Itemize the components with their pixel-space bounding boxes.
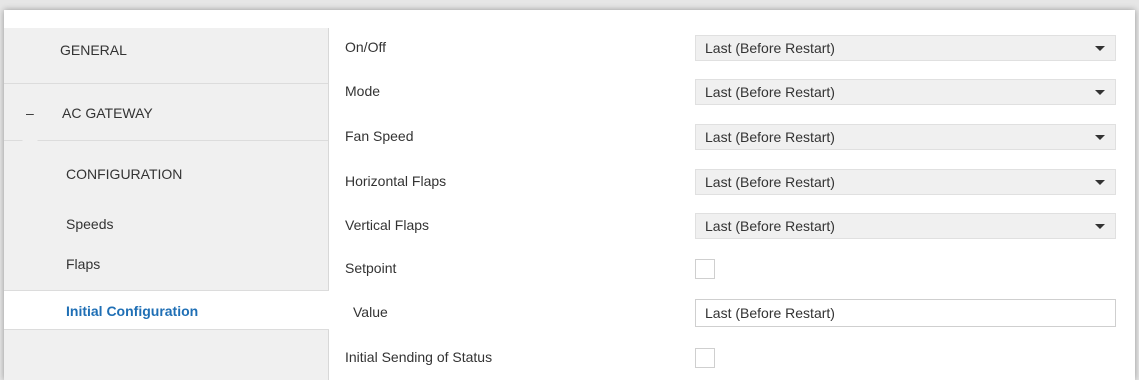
chevron-down-icon — [1095, 46, 1105, 51]
row-horizontal-flaps: Horizontal Flaps Last (Before Restart) — [329, 162, 1135, 202]
chevron-down-icon — [1095, 135, 1105, 140]
sidebar-item-label: CONFIGURATION — [66, 166, 183, 182]
sidebar-item-label: Flaps — [66, 256, 101, 272]
settings-panel: On/Off Last (Before Restart) Mode Last (… — [329, 28, 1135, 380]
fan-speed-dropdown[interactable]: Last (Before Restart) — [695, 124, 1116, 150]
sidebar-item-initial-configuration[interactable]: Initial Configuration — [4, 290, 329, 330]
initial-sending-label: Initial Sending of Status — [345, 349, 493, 365]
dropdown-value: Last (Before Restart) — [705, 174, 835, 190]
sidebar-item-general[interactable]: GENERAL — [4, 28, 328, 84]
setpoint-checkbox[interactable] — [695, 259, 715, 279]
sidebar-item-configuration[interactable]: CONFIGURATION — [4, 154, 328, 194]
dropdown-value: Last (Before Restart) — [705, 129, 835, 145]
row-vertical-flaps: Vertical Flaps Last (Before Restart) — [329, 206, 1135, 246]
mode-label: Mode — [345, 83, 381, 99]
chevron-down-icon — [1095, 90, 1105, 95]
sidebar-item-speeds[interactable]: Speeds — [4, 206, 328, 242]
vertical-flaps-dropdown[interactable]: Last (Before Restart) — [695, 213, 1116, 239]
sidebar-item-ac-gateway[interactable]: – AC GATEWAY — [4, 85, 328, 141]
row-fan-speed: Fan Speed Last (Before Restart) — [329, 117, 1135, 157]
on-off-label: On/Off — [345, 39, 386, 55]
sidebar-item-flaps[interactable]: Flaps — [4, 246, 328, 282]
mode-dropdown[interactable]: Last (Before Restart) — [695, 79, 1116, 105]
row-value: Value Last (Before Restart) — [329, 293, 1135, 333]
value-field[interactable]: Last (Before Restart) — [695, 299, 1116, 327]
horizontal-flaps-label: Horizontal Flaps — [345, 173, 447, 189]
chevron-down-icon — [1095, 224, 1105, 229]
tree-notch — [22, 140, 38, 148]
field-value: Last (Before Restart) — [705, 305, 835, 321]
setpoint-label: Setpoint — [345, 260, 397, 276]
window: GENERAL – AC GATEWAY CONFIGURATION Speed… — [4, 10, 1135, 380]
chevron-down-icon — [1095, 180, 1105, 185]
row-setpoint: Setpoint — [329, 249, 1135, 289]
value-label: Value — [353, 304, 388, 320]
dropdown-value: Last (Before Restart) — [705, 218, 835, 234]
fan-speed-label: Fan Speed — [345, 128, 414, 144]
sidebar-item-label: Speeds — [66, 216, 114, 232]
sidebar-item-label: Initial Configuration — [66, 303, 199, 319]
row-initial-sending: Initial Sending of Status — [329, 338, 1135, 378]
row-on-off: On/Off Last (Before Restart) — [329, 28, 1135, 68]
vertical-flaps-label: Vertical Flaps — [345, 217, 430, 233]
on-off-dropdown[interactable]: Last (Before Restart) — [695, 35, 1116, 61]
sidebar-item-label: GENERAL — [60, 42, 127, 58]
row-mode: Mode Last (Before Restart) — [329, 72, 1135, 112]
sidebar: GENERAL – AC GATEWAY CONFIGURATION Speed… — [4, 28, 329, 380]
initial-sending-checkbox[interactable] — [695, 348, 715, 368]
horizontal-flaps-dropdown[interactable]: Last (Before Restart) — [695, 169, 1116, 195]
sidebar-item-label: AC GATEWAY — [62, 105, 153, 121]
dropdown-value: Last (Before Restart) — [705, 40, 835, 56]
dropdown-value: Last (Before Restart) — [705, 84, 835, 100]
collapse-icon[interactable]: – — [26, 85, 40, 141]
